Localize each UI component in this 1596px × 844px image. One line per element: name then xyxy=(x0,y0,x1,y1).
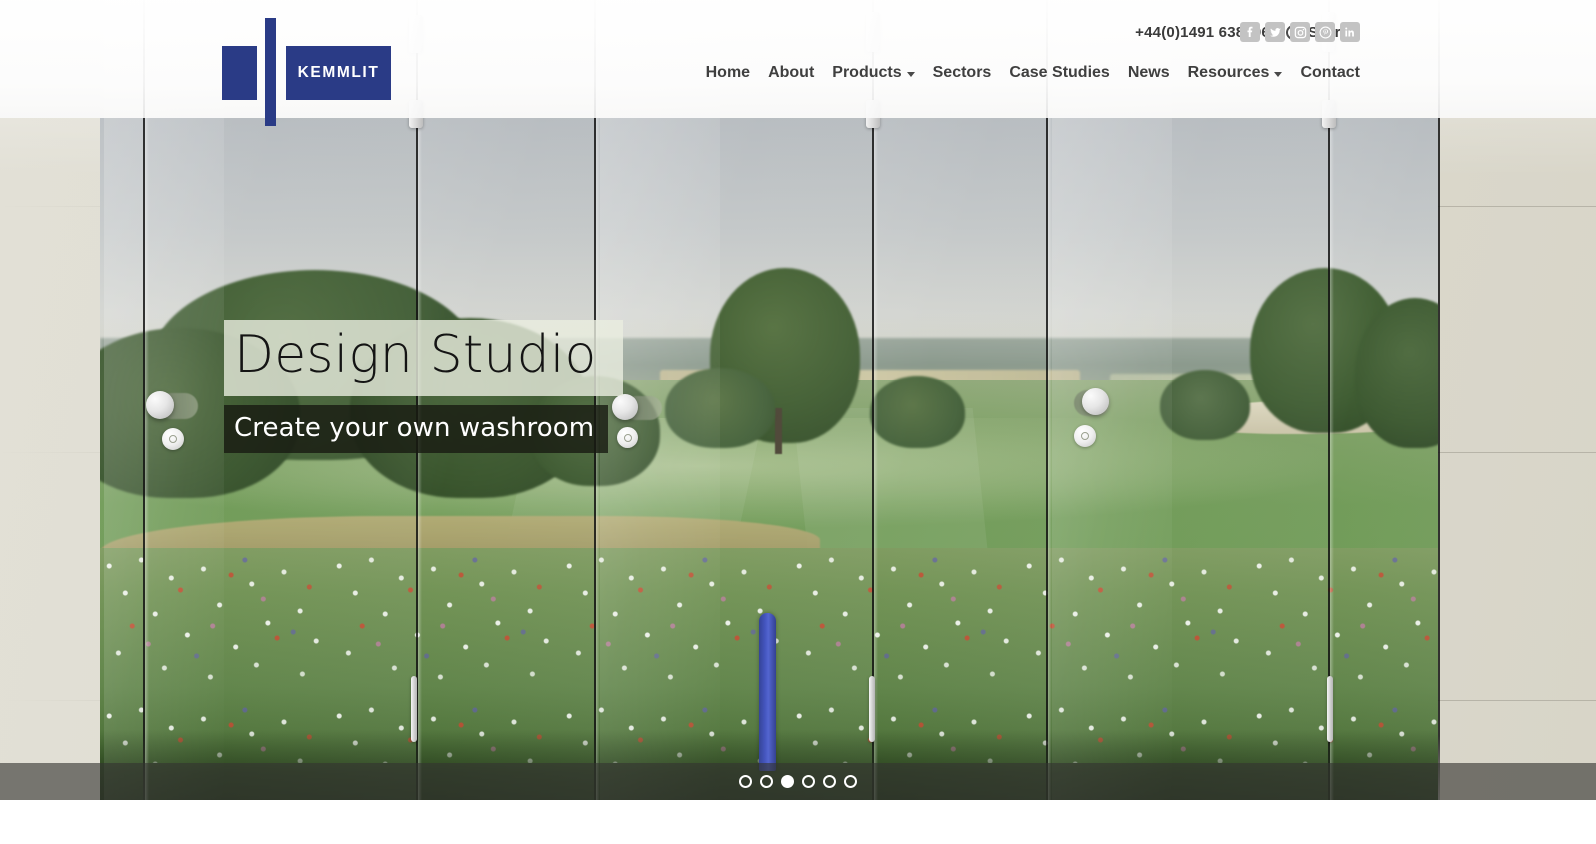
page-body-below-hero xyxy=(0,800,1596,844)
tree-cluster xyxy=(665,368,775,448)
hero-image xyxy=(100,118,1438,800)
nav-item-case-studies[interactable]: Case Studies xyxy=(1000,64,1118,82)
logo-square xyxy=(222,46,257,100)
facebook-icon[interactable] xyxy=(1240,22,1260,42)
nav-item-home[interactable]: Home xyxy=(697,64,759,82)
nav-item-news[interactable]: News xyxy=(1119,64,1179,82)
nav-label: Resources xyxy=(1187,64,1270,81)
carousel-dot-3[interactable] xyxy=(781,775,794,788)
hero-subtitle: Create your own washroom xyxy=(224,405,609,454)
nav-label: News xyxy=(1127,64,1170,81)
carousel-dot-6[interactable] xyxy=(844,775,857,788)
hero-carousel[interactable]: Design Studio Create your own washroom xyxy=(0,0,1596,800)
carousel-dot-5[interactable] xyxy=(823,775,836,788)
twitter-icon[interactable] xyxy=(1265,22,1285,42)
main-navigation: Home About Products Sectors Case Studies… xyxy=(697,64,1360,82)
instagram-icon[interactable] xyxy=(1290,22,1310,42)
carousel-dot-4[interactable] xyxy=(802,775,815,788)
social-links xyxy=(1240,22,1360,42)
nav-item-sectors[interactable]: Sectors xyxy=(924,64,1001,82)
linkedin-icon[interactable] xyxy=(1340,22,1360,42)
pinterest-icon[interactable] xyxy=(1315,22,1335,42)
carousel-dots xyxy=(739,775,857,788)
carousel-control-bar xyxy=(0,763,1596,800)
nav-item-about[interactable]: About xyxy=(759,64,823,82)
chevron-down-icon xyxy=(1274,72,1283,77)
blue-marker-post xyxy=(759,613,776,771)
site-header: KEMMLIT +44(0)1491 638606 Search xyxy=(0,0,1596,126)
nav-label: About xyxy=(768,64,815,81)
nav-label: Products xyxy=(832,64,902,81)
nav-label: Sectors xyxy=(932,64,992,81)
site-logo[interactable]: KEMMLIT xyxy=(222,14,391,126)
nav-item-contact[interactable]: Contact xyxy=(1291,64,1360,82)
page-root: Design Studio Create your own washroom K… xyxy=(0,0,1596,844)
hero-title: Design Studio xyxy=(224,320,623,397)
chevron-down-icon xyxy=(906,72,915,77)
nav-label: Case Studies xyxy=(1009,64,1110,81)
nav-label: Home xyxy=(705,64,751,81)
nav-label: Contact xyxy=(1300,64,1360,81)
carousel-dot-2[interactable] xyxy=(760,775,773,788)
tree-cluster xyxy=(870,376,965,448)
tree-trunk xyxy=(775,408,782,454)
nav-item-resources[interactable]: Resources xyxy=(1179,64,1292,82)
nav-item-products[interactable]: Products xyxy=(823,64,923,82)
tree-cluster xyxy=(1160,370,1250,440)
hero-copy: Design Studio Create your own washroom xyxy=(224,320,623,454)
carousel-dot-1[interactable] xyxy=(739,775,752,788)
logo-wordmark: KEMMLIT xyxy=(297,64,380,81)
logo-vertical-bar xyxy=(265,18,276,126)
